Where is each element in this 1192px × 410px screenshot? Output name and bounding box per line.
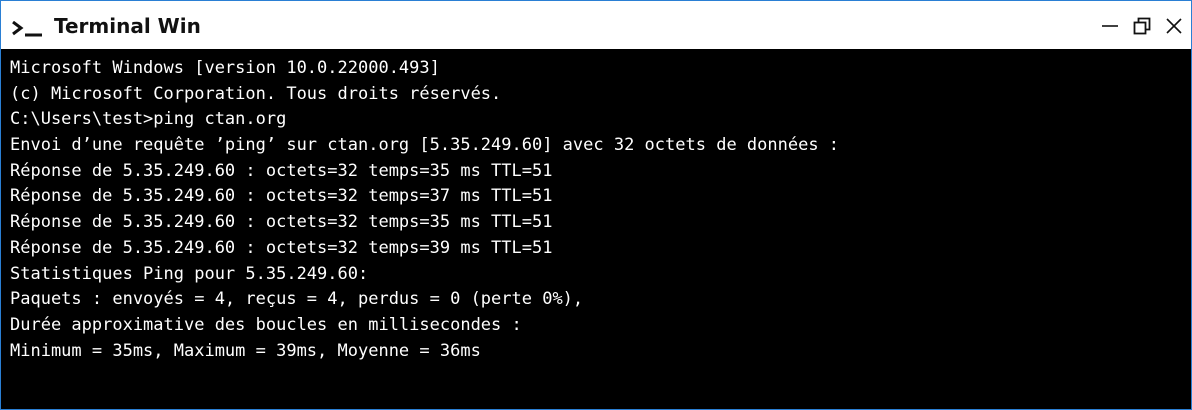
terminal-line: C:\Users\test>ping ctan.org: [10, 109, 287, 130]
terminal-window: Terminal Win Microsoft Windows [version …: [0, 0, 1192, 410]
terminal-prompt-icon: [12, 21, 42, 37]
terminal-line: Durée approximative des boucles en milli…: [10, 314, 522, 335]
close-icon[interactable]: [1163, 15, 1185, 37]
terminal-output[interactable]: Microsoft Windows [version 10.0.22000.49…: [1, 49, 1191, 409]
window-controls: [1099, 15, 1185, 37]
minimize-icon[interactable]: [1099, 15, 1121, 37]
terminal-line: Paquets : envoyés = 4, reçus = 4, perdus…: [10, 289, 584, 310]
terminal-line: Réponse de 5.35.249.60 : octets=32 temps…: [10, 160, 553, 181]
terminal-line: Réponse de 5.35.249.60 : octets=32 temps…: [10, 186, 553, 207]
terminal-line: Réponse de 5.35.249.60 : octets=32 temps…: [10, 237, 553, 258]
terminal-line: Minimum = 35ms, Maximum = 39ms, Moyenne …: [10, 340, 481, 361]
terminal-line: (c) Microsoft Corporation. Tous droits r…: [10, 83, 502, 104]
terminal-line: Réponse de 5.35.249.60 : octets=32 temps…: [10, 212, 553, 233]
terminal-line: Microsoft Windows [version 10.0.22000.49…: [10, 58, 440, 78]
terminal-line: Envoi d’une requête ’ping’ sur ctan.org …: [10, 135, 840, 156]
window-title: Terminal Win: [54, 14, 201, 38]
terminal-line: Statistiques Ping pour 5.35.249.60:: [10, 263, 369, 284]
title-bar[interactable]: Terminal Win: [1, 1, 1191, 49]
restore-icon[interactable]: [1131, 15, 1153, 37]
